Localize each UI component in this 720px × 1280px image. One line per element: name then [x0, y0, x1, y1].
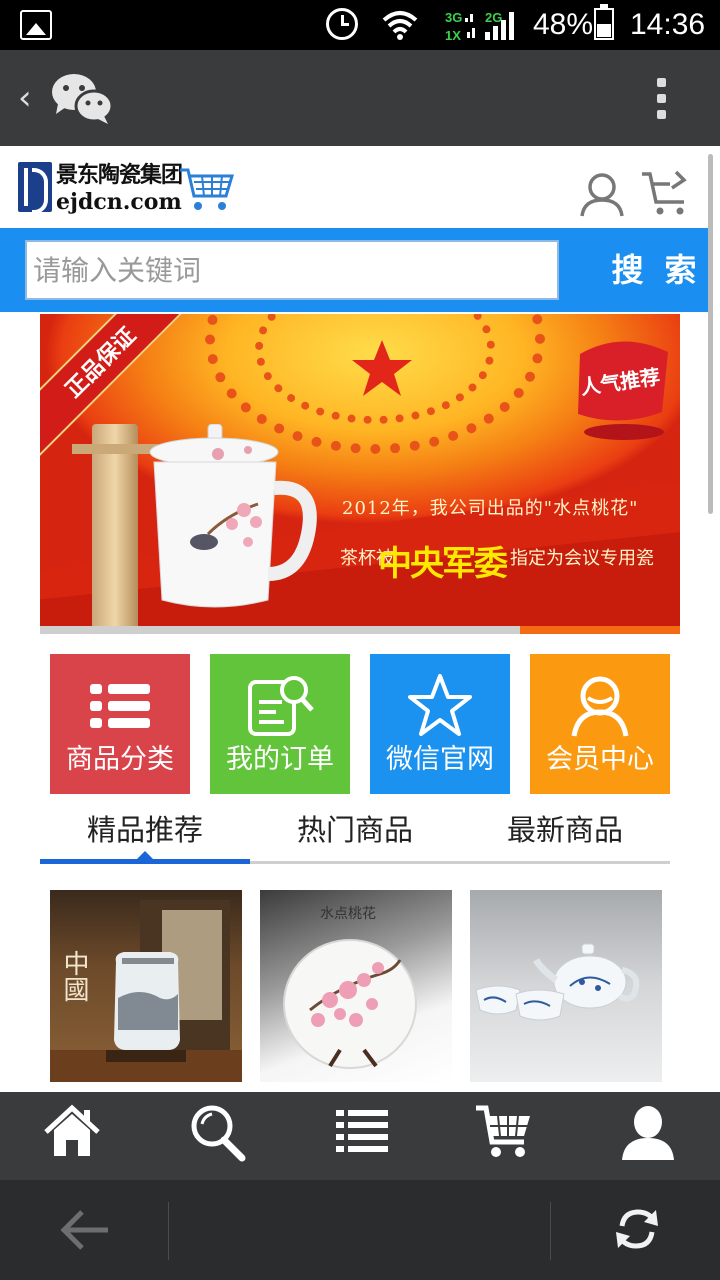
net-2g-label: 2G	[485, 10, 502, 25]
menu-list-icon[interactable]	[332, 1102, 392, 1162]
wechat-logo-icon[interactable]	[50, 70, 114, 126]
banner-line2-highlight: 中央军委	[378, 544, 508, 584]
search-button[interactable]: 搜 索	[602, 238, 712, 302]
banner-slide-indicator	[40, 626, 680, 634]
net-1x-label: 1X	[445, 28, 461, 42]
battery-percent: 48%	[533, 8, 594, 41]
logo-domain-text: ejdcn.com	[56, 189, 182, 215]
search-bar: 搜 索	[0, 228, 708, 312]
list-icon	[90, 684, 150, 728]
home-icon[interactable]	[42, 1102, 102, 1162]
logo-cart-icon	[180, 168, 234, 210]
wechat-top-bar: ‹	[0, 50, 720, 146]
clock: 14:36	[630, 8, 706, 41]
shopping-cart-icon[interactable]	[640, 170, 690, 216]
battery-icon	[594, 4, 614, 40]
banner-line1: 2012年，我公司出品的"水点桃花"	[342, 498, 639, 519]
site-logo[interactable]: 景东陶瓷集团 ejdcn.com	[18, 162, 234, 218]
pillar-image	[72, 424, 158, 626]
teacup-image	[149, 424, 317, 608]
star-icon	[408, 674, 472, 736]
tab-newest[interactable]: 最新商品	[460, 808, 670, 858]
red-star-icon	[352, 340, 412, 396]
status-bar: 3G 1X 2G 48% 14:36	[0, 0, 720, 50]
member-center-tile-label: 会员中心	[546, 744, 654, 775]
vase-image: 中國	[50, 900, 242, 1082]
member-icon	[571, 676, 629, 737]
order-search-icon	[248, 676, 314, 736]
active-tab-indicator	[40, 859, 250, 864]
page-scrollbar[interactable]	[708, 154, 713, 514]
promo-banner[interactable]: 正品保证 人气推荐 2012年，我公司出品的"水点桃花" 茶杯被 中央军委 指定…	[40, 314, 680, 626]
logo-mark-icon	[18, 162, 52, 214]
search-input[interactable]	[25, 240, 559, 300]
more-options-icon[interactable]	[657, 78, 669, 122]
wechat-site-tile-label: 微信官网	[386, 744, 494, 775]
user-account-icon[interactable]	[578, 170, 626, 218]
alarm-icon	[326, 8, 358, 40]
tea-set-image	[475, 943, 640, 1021]
back-chevron-icon[interactable]: ‹	[18, 78, 32, 118]
my-orders-tile-label: 我的订单	[226, 744, 334, 775]
plate-caption: 水点桃花	[320, 906, 376, 922]
product-card-tea-set[interactable]	[470, 890, 662, 1082]
tab-hot[interactable]: 热门商品	[250, 808, 460, 858]
signal-icon: 3G 1X 2G	[445, 10, 514, 42]
site-header: 景东陶瓷集团 ejdcn.com	[0, 146, 720, 228]
my-orders-tile[interactable]: 我的订单	[210, 654, 350, 794]
member-center-tile[interactable]: 会员中心	[530, 654, 670, 794]
plate-image: 水点桃花	[283, 906, 417, 1069]
wechat-webview-page: 3G 1X 2G 48% 14:36 ‹ 景东陶瓷集团 ejdcn.com 请输…	[0, 0, 720, 1280]
category-tile[interactable]: 商品分类	[50, 654, 190, 794]
back-arrow-icon[interactable]	[60, 1208, 110, 1252]
browser-bottom-bar	[0, 1180, 720, 1280]
search-icon[interactable]	[188, 1102, 248, 1162]
wifi-icon	[382, 11, 418, 40]
product-card-plate[interactable]: 水点桃花	[260, 890, 452, 1082]
vase-caption: 中國	[59, 950, 89, 1002]
banner-line2-post: 指定为会议专用瓷	[510, 548, 654, 569]
user-icon[interactable]	[618, 1102, 678, 1162]
logo-chinese-text: 景东陶瓷集团	[56, 162, 183, 188]
tab-featured[interactable]: 精品推荐	[40, 808, 250, 858]
product-card-vase[interactable]: 中國	[50, 890, 242, 1082]
product-tabs: 精品推荐 热门商品 最新商品	[40, 804, 670, 864]
category-tile-label: 商品分类	[66, 744, 174, 775]
cart-icon[interactable]	[474, 1102, 534, 1162]
bottom-navigation	[0, 1092, 720, 1180]
refresh-icon[interactable]	[612, 1204, 662, 1254]
net-3g-label: 3G	[445, 10, 462, 25]
wechat-site-tile[interactable]: 微信官网	[370, 654, 510, 794]
gallery-notification-icon	[20, 10, 52, 40]
